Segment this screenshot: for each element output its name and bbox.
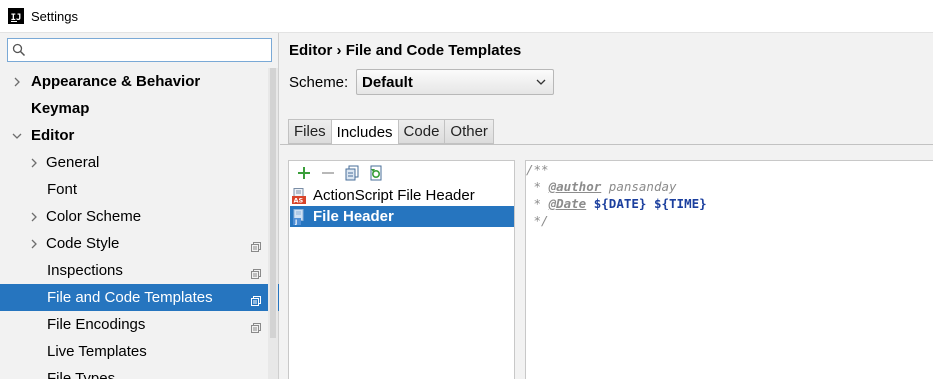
chevron-right-icon[interactable]: [29, 239, 39, 249]
add-icon: [298, 167, 310, 179]
settings-tree: Appearance & Behavior Keymap Editor General…: [0, 68, 279, 379]
template-list-item[interactable]: J File Header: [290, 206, 514, 227]
add-button[interactable]: [295, 164, 313, 182]
scheme-label: Scheme:: [289, 74, 349, 91]
sidebar-item-label: Code Style: [46, 235, 120, 252]
sidebar-item-label: Keymap: [31, 100, 90, 117]
code-line: */: [526, 213, 549, 228]
sidebar-item-label: Font: [47, 181, 78, 198]
breadcrumb-current: File and Code Templates: [345, 42, 522, 59]
breadcrumb: Editor › File and Code Templates: [289, 42, 521, 59]
template-tabs: Files Includes Code Other: [288, 119, 494, 145]
template-list-item-label: ActionScript File Header: [313, 187, 475, 204]
template-variable: ${TIME}: [653, 196, 707, 211]
sidebar-scrollbar[interactable]: [268, 68, 278, 379]
sidebar-item-label: Live Templates: [47, 343, 147, 360]
tab-content: AS ActionScript File Header J File Header /…: [280, 144, 933, 379]
code-line: /**: [526, 162, 549, 177]
sidebar-item-file-encodings[interactable]: File Encodings: [0, 311, 268, 338]
copy-icon: [345, 165, 359, 181]
chevron-down-icon[interactable]: [12, 131, 22, 141]
sidebar-item-code-style[interactable]: Code Style: [0, 230, 268, 257]
sidebar-item-live-templates[interactable]: Live Templates: [0, 338, 268, 365]
project-settings-icon: [251, 239, 261, 252]
list-toolbar: [289, 161, 514, 185]
sidebar-item-editor[interactable]: Editor: [0, 122, 268, 149]
chevron-right-icon[interactable]: [29, 212, 39, 222]
search-input[interactable]: [7, 38, 272, 62]
template-list-panel: AS ActionScript File Header J File Header: [288, 160, 515, 379]
sidebar-item-label: Appearance & Behavior: [31, 73, 201, 90]
template-editor[interactable]: /** * @author pansanday * @Date ${DATE} …: [525, 160, 933, 379]
reset-icon: [370, 165, 382, 181]
sidebar-item-label: File Types: [47, 370, 116, 379]
sidebar-item-label: Editor: [31, 127, 75, 144]
sidebar-item-label: Color Scheme: [46, 208, 142, 225]
sidebar-item-label: Inspections: [47, 262, 123, 279]
sidebar-item-font[interactable]: Font: [0, 176, 268, 203]
sidebar-item-keymap[interactable]: Keymap: [0, 95, 268, 122]
template-list-item-label: File Header: [313, 208, 394, 225]
chevron-right-icon[interactable]: [29, 158, 39, 168]
remove-icon: [322, 172, 334, 174]
code-line: * @Date ${DATE} ${TIME}: [526, 196, 707, 211]
chevron-right-icon[interactable]: [12, 77, 22, 87]
sidebar-item-label: File and Code Templates: [47, 289, 213, 306]
sidebar-item-color-scheme[interactable]: Color Scheme: [0, 203, 268, 230]
scheme-dropdown[interactable]: Default: [356, 69, 554, 95]
window-title: Settings: [31, 8, 78, 24]
scrollbar-thumb[interactable]: [270, 68, 276, 338]
scheme-value: Default: [362, 73, 413, 91]
intellij-app-icon: IJ: [8, 8, 24, 24]
project-settings-icon: [251, 266, 261, 279]
sidebar-item-label: General: [46, 154, 100, 171]
java-file-icon: J: [292, 208, 308, 226]
javadoc-tag: @Date: [548, 196, 587, 211]
tab-code[interactable]: Code: [397, 119, 445, 144]
sidebar-item-file-and-code-templates[interactable]: File and Code Templates: [0, 284, 279, 311]
tab-includes[interactable]: Includes: [330, 119, 398, 145]
template-variable: ${DATE}: [593, 196, 647, 211]
settings-sidebar: Appearance & Behavior Keymap Editor General…: [0, 33, 279, 379]
copy-button[interactable]: [343, 164, 361, 182]
title-bar: IJ Settings: [0, 0, 933, 33]
code-line: * @author pansanday: [526, 179, 677, 194]
breadcrumb-separator: ›: [336, 42, 342, 59]
chevron-down-icon: [536, 79, 546, 85]
settings-content: Editor › File and Code Templates Scheme:…: [280, 33, 933, 379]
sidebar-item-general[interactable]: General: [0, 149, 268, 176]
tab-other[interactable]: Other: [444, 119, 494, 144]
project-settings-icon: [251, 320, 261, 333]
breadcrumb-parent: Editor: [289, 42, 333, 59]
sidebar-item-label: File Encodings: [47, 316, 146, 333]
sidebar-item-file-types[interactable]: File Types: [0, 365, 268, 379]
settings-window: IJ Settings Appearance & Behavior Keymap E…: [0, 0, 933, 379]
template-list-item[interactable]: AS ActionScript File Header: [290, 185, 514, 206]
tab-files[interactable]: Files: [288, 119, 331, 144]
sidebar-item-appearance-behavior[interactable]: Appearance & Behavior: [0, 68, 268, 95]
sidebar-item-inspections[interactable]: Inspections: [0, 257, 268, 284]
search-icon: [12, 43, 26, 57]
javadoc-tag: @author: [548, 179, 602, 194]
reset-button[interactable]: [367, 164, 385, 182]
remove-button[interactable]: [319, 164, 337, 182]
svg-text:AS: AS: [294, 196, 304, 204]
project-settings-icon: [251, 293, 261, 306]
actionscript-file-icon: AS: [292, 187, 308, 204]
svg-text:J: J: [294, 219, 297, 225]
